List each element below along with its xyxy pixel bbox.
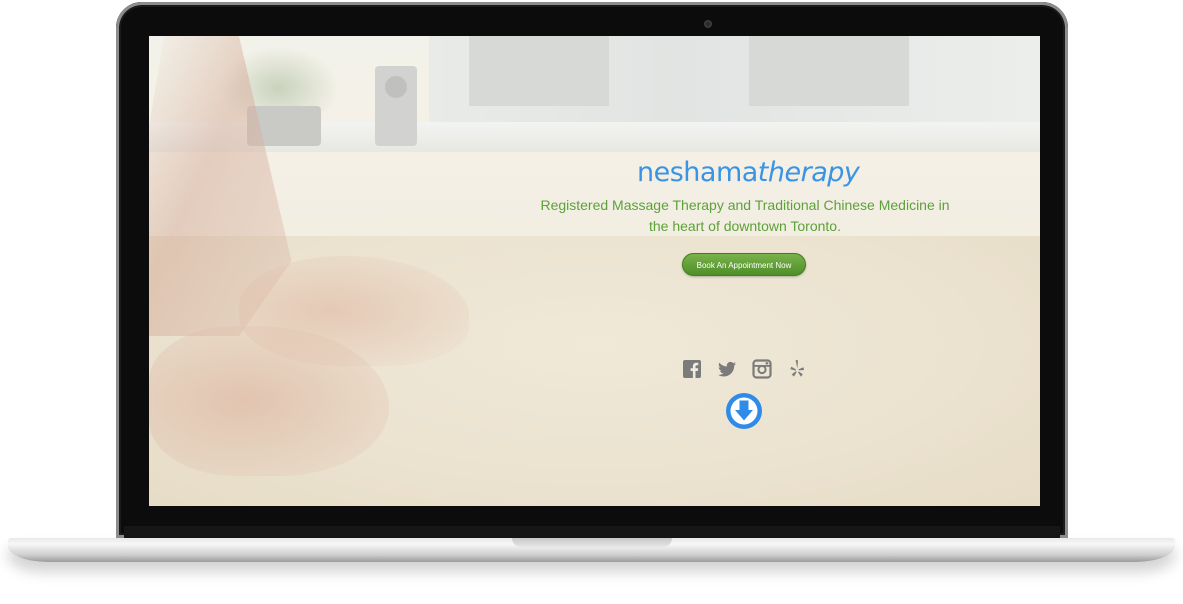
laptop-bezel-chin (124, 526, 1060, 538)
brand-name-secondary: therapy (757, 157, 860, 188)
instagram-icon[interactable] (752, 359, 772, 379)
arrow-down-circle-icon[interactable] (726, 393, 762, 429)
background-building (749, 36, 909, 106)
brand-name-primary: neshama (637, 157, 758, 188)
hero-tagline: Registered Massage Therapy and Tradition… (540, 197, 950, 234)
facebook-icon[interactable] (682, 359, 702, 379)
background-speaker (375, 66, 417, 146)
site-logo-title[interactable]: neshamatherapy (637, 156, 860, 190)
laptop-opening-notch (512, 538, 672, 547)
laptop-screen: neshamatherapy Registered Massage Therap… (149, 36, 1040, 506)
yelp-icon[interactable] (787, 359, 807, 379)
social-links (682, 359, 812, 381)
webcam (704, 20, 712, 28)
background-building (469, 36, 609, 106)
twitter-icon[interactable] (717, 359, 737, 379)
book-appointment-button[interactable]: Book An Appointment Now (682, 253, 806, 276)
